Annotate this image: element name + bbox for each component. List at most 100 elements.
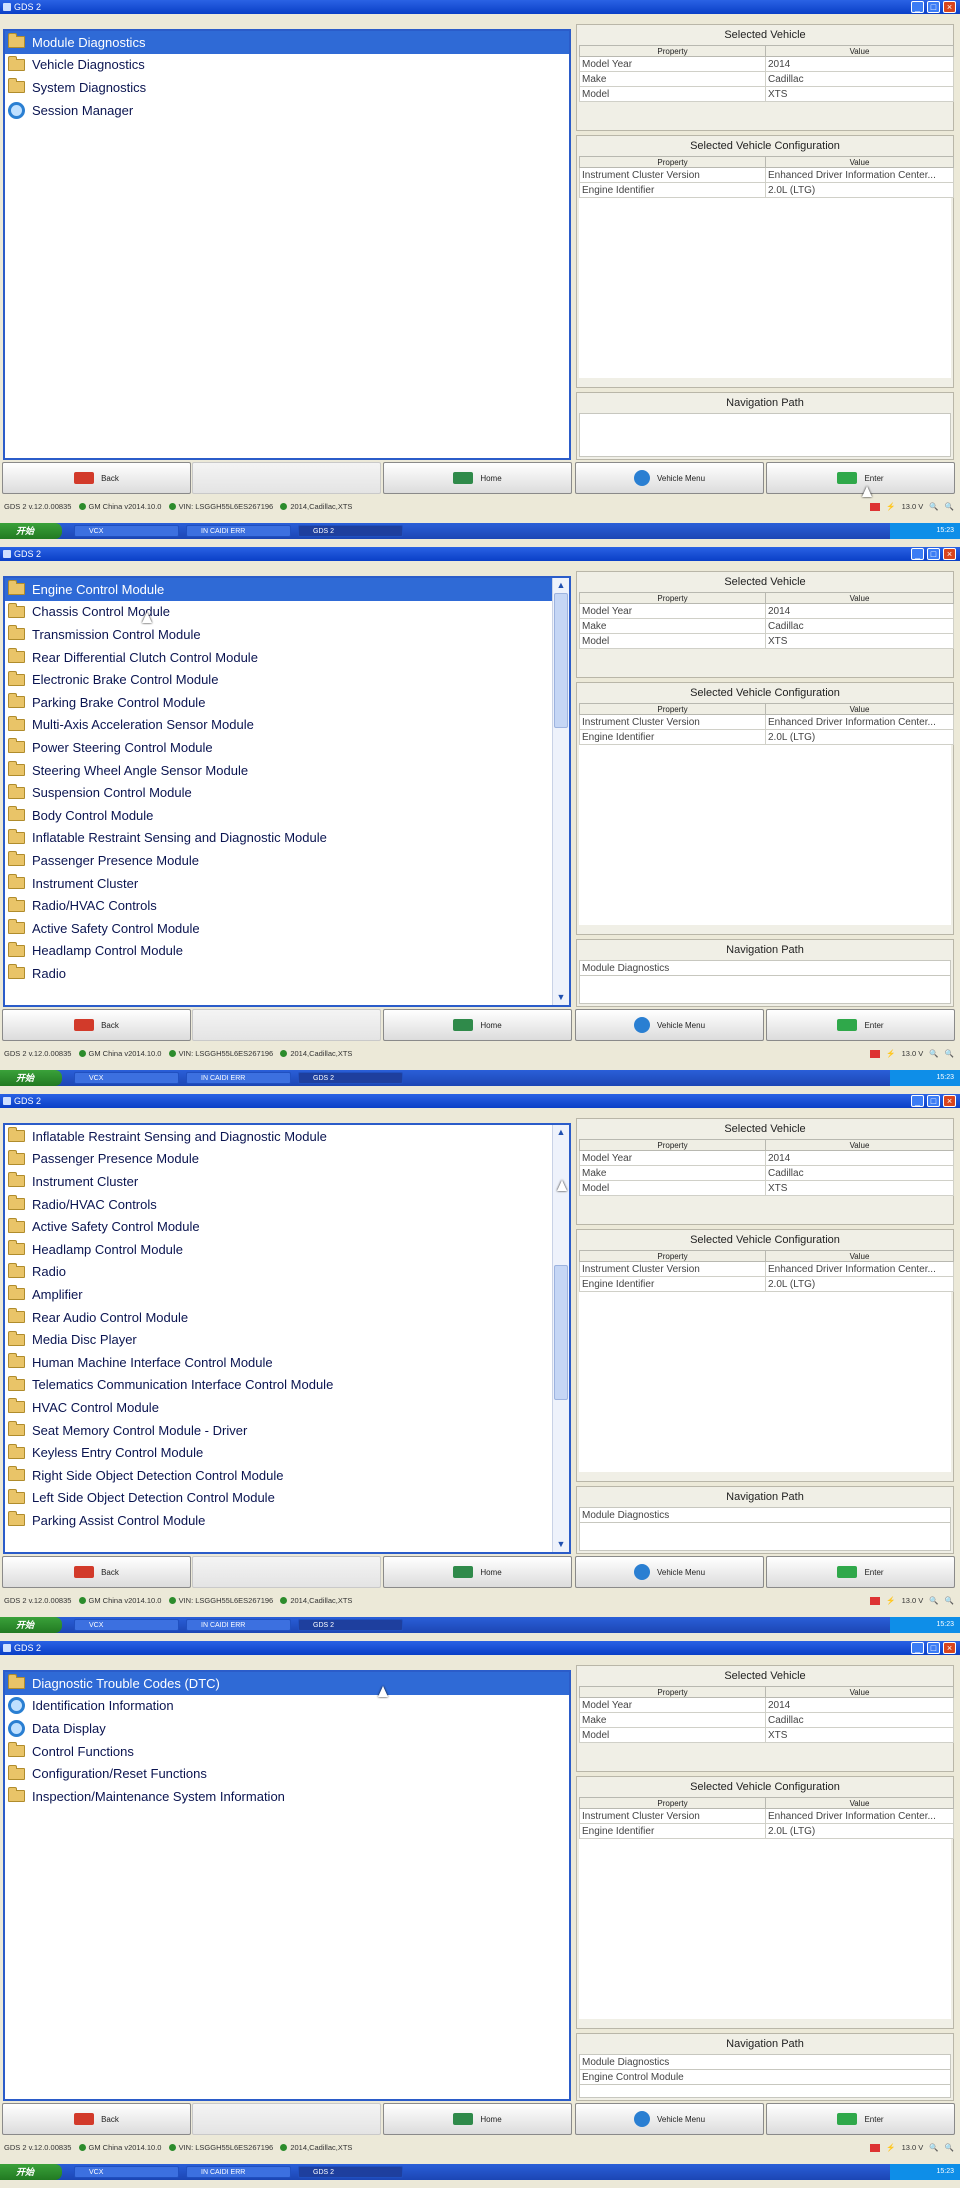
navigation-path-item[interactable]: Engine Control Module bbox=[580, 2070, 950, 2085]
navigation-path-item[interactable]: Module Diagnostics bbox=[580, 1508, 950, 1523]
vehicle-menu-button[interactable]: Vehicle Menu bbox=[575, 1009, 764, 1041]
menu-item[interactable]: Headlamp Control Module bbox=[5, 940, 569, 963]
taskbar-item-caidi[interactable]: IN CAIDI ERR bbox=[186, 2166, 291, 2178]
start-button[interactable]: 开始 bbox=[0, 1070, 62, 1086]
taskbar-item-gds2[interactable]: GDS 2 bbox=[298, 1072, 403, 1084]
menu-item[interactable]: Active Safety Control Module bbox=[5, 917, 569, 940]
menu-item[interactable]: Media Disc Player bbox=[5, 1328, 569, 1351]
menu-item[interactable]: HVAC Control Module bbox=[5, 1396, 569, 1419]
minimize-button[interactable]: _ bbox=[911, 1095, 924, 1107]
menu-item[interactable]: Seat Memory Control Module - Driver bbox=[5, 1419, 569, 1442]
vehicle-menu-button[interactable]: Vehicle Menu bbox=[575, 1556, 764, 1588]
menu-item[interactable]: Vehicle Diagnostics bbox=[5, 54, 569, 77]
start-button[interactable]: 开始 bbox=[0, 523, 62, 539]
home-button[interactable]: Home bbox=[383, 1009, 572, 1041]
minimize-button[interactable]: _ bbox=[911, 548, 924, 560]
menu-item[interactable]: Module Diagnostics bbox=[5, 31, 569, 54]
menu-item[interactable]: Session Manager bbox=[5, 99, 569, 122]
zoom-out-icon[interactable]: 🔍 bbox=[929, 2141, 938, 2155]
taskbar-item-caidi[interactable]: IN CAIDI ERR bbox=[186, 1072, 291, 1084]
zoom-in-icon[interactable]: 🔍 bbox=[945, 500, 954, 514]
scroll-up-icon[interactable]: ▲ bbox=[553, 578, 569, 593]
zoom-in-icon[interactable]: 🔍 bbox=[945, 1047, 954, 1061]
enter-button[interactable]: Enter bbox=[766, 1556, 955, 1588]
vertical-scrollbar[interactable]: ▲ ▼ bbox=[552, 578, 569, 1005]
taskbar-item-vcx[interactable]: VCX bbox=[74, 1072, 179, 1084]
menu-item[interactable]: Chassis Control Module bbox=[5, 601, 569, 624]
menu-item[interactable]: Radio/HVAC Controls bbox=[5, 894, 569, 917]
menu-item[interactable]: Parking Brake Control Module bbox=[5, 691, 569, 714]
menu-item[interactable]: Rear Differential Clutch Control Module bbox=[5, 646, 569, 669]
back-button[interactable]: Back bbox=[2, 1009, 191, 1041]
menu-item[interactable]: Steering Wheel Angle Sensor Module bbox=[5, 759, 569, 782]
menu-item[interactable]: Inspection/Maintenance System Informatio… bbox=[5, 1785, 569, 1808]
scroll-thumb[interactable] bbox=[554, 593, 568, 728]
menu-item[interactable]: Data Display bbox=[5, 1717, 569, 1740]
menu-item[interactable]: Instrument Cluster bbox=[5, 1170, 569, 1193]
navigation-path-item[interactable]: Module Diagnostics bbox=[580, 2055, 950, 2070]
alert-icon[interactable] bbox=[870, 1597, 881, 1605]
menu-item[interactable]: Headlamp Control Module bbox=[5, 1238, 569, 1261]
menu-item[interactable]: Inflatable Restraint Sensing and Diagnos… bbox=[5, 827, 569, 850]
minimize-button[interactable]: _ bbox=[911, 1, 924, 13]
close-button[interactable]: × bbox=[943, 548, 956, 560]
menu-item[interactable]: Radio/HVAC Controls bbox=[5, 1193, 569, 1216]
menu-item[interactable]: Suspension Control Module bbox=[5, 781, 569, 804]
alert-icon[interactable] bbox=[870, 503, 881, 511]
menu-item[interactable]: Engine Control Module bbox=[5, 578, 569, 601]
taskbar-item-gds2[interactable]: GDS 2 bbox=[298, 525, 403, 537]
zoom-in-icon[interactable]: 🔍 bbox=[945, 1594, 954, 1608]
taskbar-item-vcx[interactable]: VCX bbox=[74, 2166, 179, 2178]
menu-item[interactable]: Multi-Axis Acceleration Sensor Module bbox=[5, 714, 569, 737]
start-button[interactable]: 开始 bbox=[0, 1617, 62, 1633]
menu-item[interactable]: Identification Information bbox=[5, 1695, 569, 1718]
scroll-down-icon[interactable]: ▼ bbox=[553, 1537, 569, 1552]
enter-button[interactable]: Enter bbox=[766, 462, 955, 494]
menu-item[interactable]: Passenger Presence Module bbox=[5, 1148, 569, 1171]
menu-item[interactable]: Configuration/Reset Functions bbox=[5, 1762, 569, 1785]
alert-icon[interactable] bbox=[870, 2144, 881, 2152]
vehicle-menu-button[interactable]: Vehicle Menu bbox=[575, 2103, 764, 2135]
minimize-button[interactable]: _ bbox=[911, 1642, 924, 1654]
zoom-out-icon[interactable]: 🔍 bbox=[929, 500, 938, 514]
scroll-thumb[interactable] bbox=[554, 1265, 568, 1400]
menu-item[interactable]: Electronic Brake Control Module bbox=[5, 668, 569, 691]
menu-item[interactable]: Human Machine Interface Control Module bbox=[5, 1351, 569, 1374]
back-button[interactable]: Back bbox=[2, 1556, 191, 1588]
maximize-button[interactable]: □ bbox=[927, 1, 940, 13]
close-button[interactable]: × bbox=[943, 1095, 956, 1107]
back-button[interactable]: Back bbox=[2, 462, 191, 494]
menu-item[interactable]: Instrument Cluster bbox=[5, 872, 569, 895]
navigation-path-item[interactable]: Module Diagnostics bbox=[580, 961, 950, 976]
home-button[interactable]: Home bbox=[383, 462, 572, 494]
vehicle-menu-button[interactable]: Vehicle Menu bbox=[575, 462, 764, 494]
menu-item[interactable]: Control Functions bbox=[5, 1740, 569, 1763]
menu-item[interactable]: Diagnostic Trouble Codes (DTC) bbox=[5, 1672, 569, 1695]
menu-item[interactable]: Active Safety Control Module bbox=[5, 1215, 569, 1238]
menu-item[interactable]: Radio bbox=[5, 1261, 569, 1284]
menu-item[interactable]: Parking Assist Control Module bbox=[5, 1509, 569, 1532]
menu-item[interactable]: System Diagnostics bbox=[5, 76, 569, 99]
zoom-out-icon[interactable]: 🔍 bbox=[929, 1594, 938, 1608]
menu-item[interactable]: Transmission Control Module bbox=[5, 623, 569, 646]
menu-item[interactable]: Rear Audio Control Module bbox=[5, 1306, 569, 1329]
maximize-button[interactable]: □ bbox=[927, 1095, 940, 1107]
scroll-down-icon[interactable]: ▼ bbox=[553, 990, 569, 1005]
taskbar-item-vcx[interactable]: VCX bbox=[74, 1619, 179, 1631]
scroll-up-icon[interactable]: ▲ bbox=[553, 1125, 569, 1140]
alert-icon[interactable] bbox=[870, 1050, 881, 1058]
menu-item[interactable]: Power Steering Control Module bbox=[5, 736, 569, 759]
home-button[interactable]: Home bbox=[383, 2103, 572, 2135]
zoom-in-icon[interactable]: 🔍 bbox=[945, 2141, 954, 2155]
taskbar-item-caidi[interactable]: IN CAIDI ERR bbox=[186, 1619, 291, 1631]
maximize-button[interactable]: □ bbox=[927, 1642, 940, 1654]
enter-button[interactable]: Enter bbox=[766, 2103, 955, 2135]
menu-item[interactable]: Keyless Entry Control Module bbox=[5, 1441, 569, 1464]
menu-item[interactable]: Telematics Communication Interface Contr… bbox=[5, 1374, 569, 1397]
taskbar-item-gds2[interactable]: GDS 2 bbox=[298, 1619, 403, 1631]
taskbar-item-vcx[interactable]: VCX bbox=[74, 525, 179, 537]
enter-button[interactable]: Enter bbox=[766, 1009, 955, 1041]
close-button[interactable]: × bbox=[943, 1, 956, 13]
menu-item[interactable]: Passenger Presence Module bbox=[5, 849, 569, 872]
menu-item[interactable]: Amplifier bbox=[5, 1283, 569, 1306]
